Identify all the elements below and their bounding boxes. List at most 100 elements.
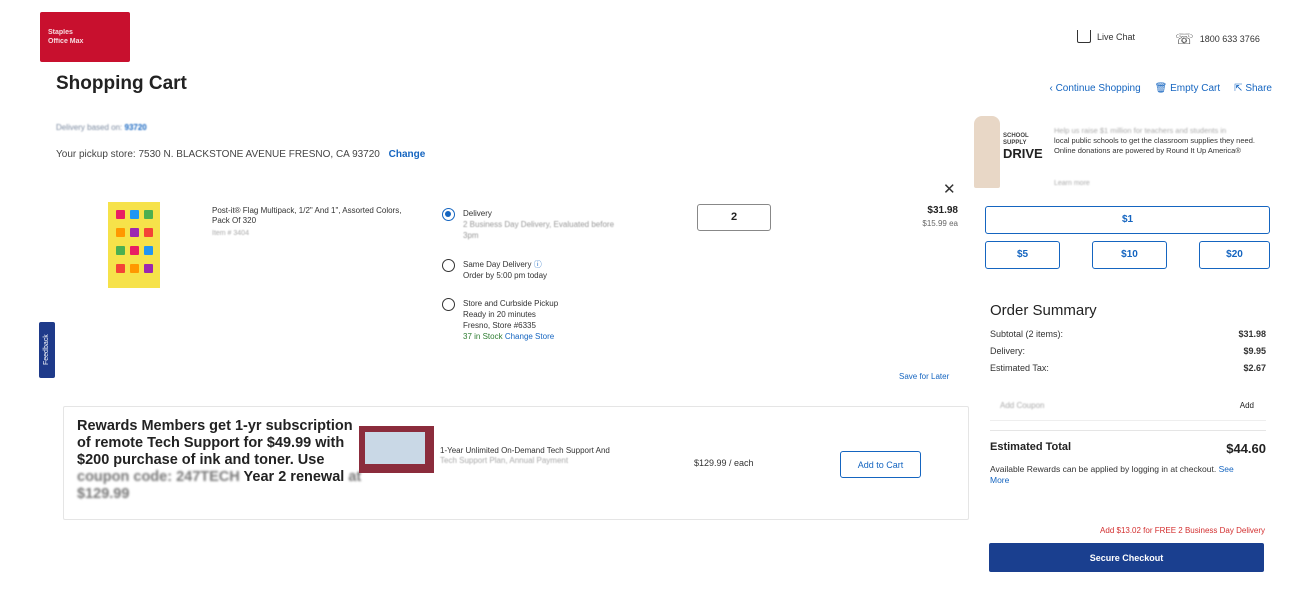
promo-price: $129.99 / each: [694, 458, 754, 468]
delivery-label: Delivery:: [990, 346, 1026, 356]
flag-shape: [116, 210, 125, 219]
rewards-note: Available Rewards can be applied by logg…: [990, 464, 1240, 486]
tech-support-image[interactable]: [359, 426, 434, 473]
phone-icon: ☏: [1175, 31, 1194, 48]
delivery-based-label: Delivery based on:: [56, 123, 123, 132]
flag-shape: [144, 228, 153, 237]
school-drive-image: [974, 116, 1000, 188]
estimated-total-label: Estimated Total: [990, 441, 1072, 453]
school-drive-text: Help us raise $1 million for teachers an…: [1054, 126, 1278, 156]
coupon-add-button[interactable]: Add: [1240, 401, 1254, 410]
donate-1-button[interactable]: $1: [985, 206, 1270, 234]
feedback-tab[interactable]: Feedback: [39, 322, 55, 378]
flag-shape: [130, 228, 139, 237]
staples-logo[interactable]: Staples Office Max: [40, 12, 130, 62]
promo-text: Rewards Members get 1-yr subscription of…: [77, 418, 363, 503]
donate-20-button[interactable]: $20: [1199, 241, 1270, 269]
info-icon[interactable]: ⓘ: [534, 260, 542, 269]
continue-shopping-link[interactable]: ‹ Continue Shopping: [1049, 83, 1140, 94]
same-day-option-title: Same Day Delivery: [463, 260, 532, 269]
cart-actions: ‹ Continue Shopping 🗑 Empty Cart ⇱ Share: [1049, 83, 1272, 94]
product-item-number: Item # 3404: [212, 230, 249, 237]
same-day-radio[interactable]: [442, 259, 455, 272]
pickup-option-line2: Fresno, Store #6335: [463, 321, 536, 330]
promo-coupon-code: coupon code: 247TECH: [77, 469, 240, 485]
flag-shape: [116, 228, 125, 237]
product-image[interactable]: [108, 202, 160, 288]
promo-product-name[interactable]: 1-Year Unlimited On-Demand Tech Support …: [440, 446, 670, 466]
phone-number: 1800 633 3766: [1199, 34, 1260, 44]
product-name[interactable]: Post-it® Flag Multipack, 1/2" And 1", As…: [212, 206, 412, 226]
pickup-radio[interactable]: [442, 298, 455, 311]
subtotal-label: Subtotal (2 items):: [990, 329, 1064, 339]
logo-text-line-2: Office Max: [48, 38, 84, 45]
item-total-price: $31.98: [927, 205, 958, 216]
quantity-input[interactable]: 2: [697, 204, 771, 231]
drive-text-blur: Help us raise $1 million for teachers an…: [1054, 126, 1227, 135]
delivery-option-title: Delivery: [463, 209, 492, 218]
chat-icon: [1077, 30, 1091, 43]
same-day-option[interactable]: Same Day Delivery ⓘ Order by 5:00 pm tod…: [442, 259, 672, 281]
pickup-store-label: Your pickup store:: [56, 149, 136, 160]
delivery-radio[interactable]: [442, 208, 455, 221]
pickup-option-title: Store and Curbside Pickup: [463, 299, 559, 308]
delivery-based-on: Delivery based on: 93720: [56, 123, 147, 132]
live-chat-link[interactable]: Live Chat: [1077, 30, 1135, 43]
tax-value: $2.67: [1243, 363, 1266, 373]
delivery-option-line2: 3pm: [463, 231, 479, 240]
subtotal-value: $31.98: [1238, 329, 1266, 339]
promo-product-subtitle: Tech Support Plan, Annual Payment: [440, 456, 569, 465]
page-title: Shopping Cart: [56, 73, 187, 94]
item-each-price: $15.99 ea: [922, 219, 958, 228]
rewards-note-text: Available Rewards can be applied by logg…: [990, 464, 1217, 474]
delivery-option-line1: 2 Business Day Delivery, Evaluated befor…: [463, 220, 615, 229]
pickup-store-line: Your pickup store: 7530 N. BLACKSTONE AV…: [56, 149, 425, 160]
share-icon: ⇱: [1234, 83, 1246, 94]
add-to-cart-button[interactable]: Add to Cart: [840, 451, 921, 478]
coupon-field[interactable]: Add Coupon Add: [990, 391, 1266, 421]
drive-logo-line1: SCHOOL: [1003, 133, 1029, 139]
flag-shape: [130, 246, 139, 255]
flag-shape: [130, 264, 139, 273]
secure-checkout-button[interactable]: Secure Checkout: [989, 543, 1264, 572]
promo-text-line2: Year 2 renewal: [243, 469, 345, 485]
flag-shape: [116, 246, 125, 255]
estimated-total-value: $44.60: [1226, 441, 1266, 456]
trash-icon: 🗑: [1154, 83, 1171, 94]
coupon-placeholder[interactable]: Add Coupon: [1000, 401, 1044, 410]
promo-text-line1: Rewards Members get 1-yr subscription of…: [77, 418, 353, 468]
share-link[interactable]: ⇱ Share: [1234, 83, 1272, 94]
delivery-option[interactable]: Delivery 2 Business Day Delivery, Evalua…: [442, 208, 672, 241]
change-store-link[interactable]: Change: [389, 149, 426, 160]
save-for-later-link[interactable]: Save for Later: [899, 372, 949, 381]
flag-shape: [130, 210, 139, 219]
donate-10-button[interactable]: $10: [1092, 241, 1167, 269]
empty-cart-link[interactable]: 🗑 Empty Cart: [1155, 83, 1221, 94]
drive-logo-big: DRIVE: [1003, 146, 1043, 161]
delivery-value: $9.95: [1243, 346, 1266, 356]
tax-row: Estimated Tax: $2.67: [990, 363, 1266, 373]
flag-shape: [116, 264, 125, 273]
flag-shape: [144, 210, 153, 219]
drive-learn-more-link[interactable]: Learn more: [1054, 180, 1090, 187]
flag-shape: [144, 264, 153, 273]
close-icon[interactable]: ✕: [943, 180, 956, 198]
phone-link[interactable]: ☏ 1800 633 3766: [1175, 30, 1260, 48]
pickup-store-address: 7530 N. BLACKSTONE AVENUE FRESNO, CA 937…: [138, 149, 380, 160]
tax-label: Estimated Tax:: [990, 363, 1049, 373]
live-chat-label: Live Chat: [1097, 31, 1136, 42]
school-drive-logo: SCHOOL SUPPLY DRIVE: [1003, 133, 1043, 160]
drive-text-body: local public schools to get the classroo…: [1054, 136, 1255, 155]
delivery-row: Delivery: $9.95: [990, 346, 1266, 356]
order-summary-title: Order Summary: [990, 302, 1097, 319]
donate-5-button[interactable]: $5: [985, 241, 1060, 269]
summary-divider: [990, 430, 1266, 431]
promo-product-title: 1-Year Unlimited On-Demand Tech Support …: [440, 446, 610, 455]
flag-shape: [144, 246, 153, 255]
change-store-option-link[interactable]: Change Store: [505, 332, 554, 341]
subtotal-row: Subtotal (2 items): $31.98: [990, 329, 1266, 339]
tech-support-promo: Rewards Members get 1-yr subscription of…: [63, 406, 969, 520]
delivery-zip-link[interactable]: 93720: [125, 123, 147, 132]
share-label: Share: [1245, 83, 1272, 94]
pickup-option[interactable]: Store and Curbside Pickup Ready in 20 mi…: [442, 298, 672, 342]
